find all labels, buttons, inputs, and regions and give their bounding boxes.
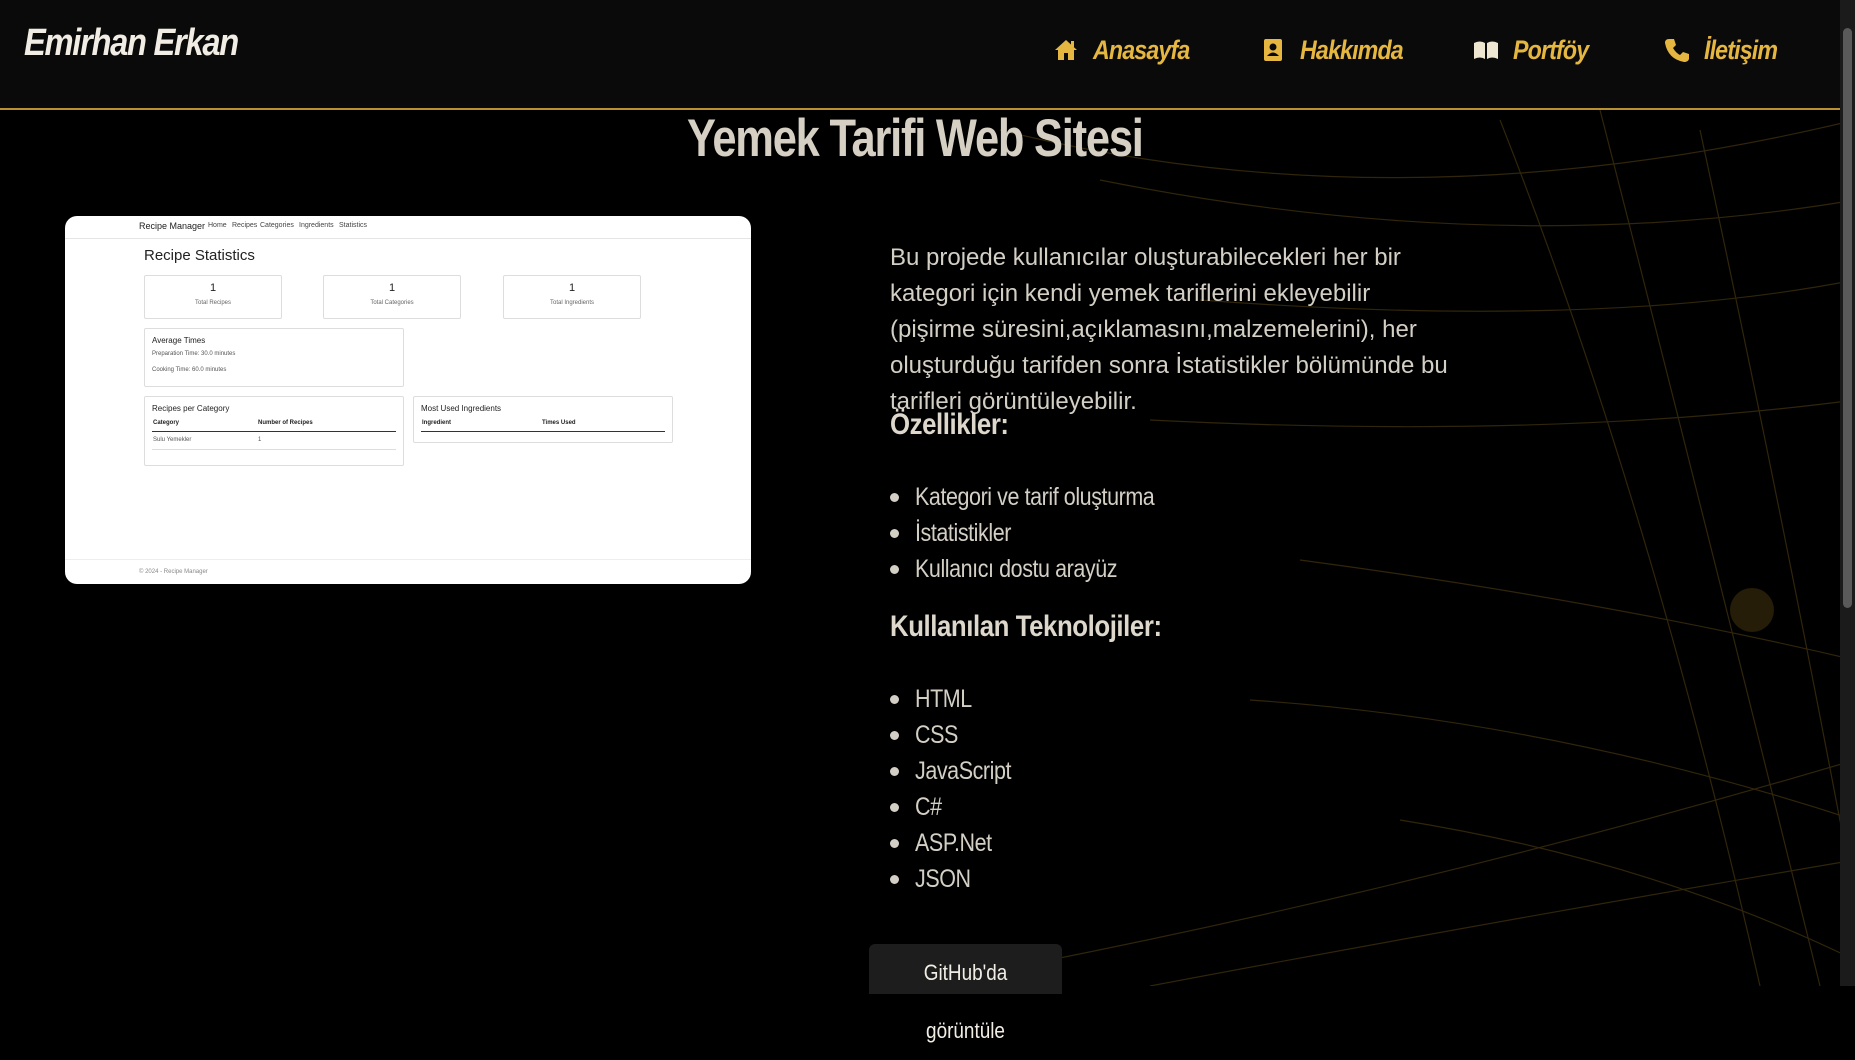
book-icon [1473,37,1499,63]
card-title: Average Times [152,336,206,345]
project-description: Bu projede kullanıcılar oluşturabilecekl… [890,240,1450,420]
page: Emirhan Erkan Anasayfa Hakkımda Portföy … [0,0,1840,1043]
nav-label-contact: İletişim [1704,34,1778,65]
table-cell: 1 [258,437,262,443]
table-cell: Sulu Yemekler [153,437,192,443]
screenshot-nav-link: Ingredients [299,222,334,229]
project-title: Yemek Tarifi Web Sitesi [687,109,1144,168]
brand-logo[interactable]: Emirhan Erkan [24,22,239,65]
table-header-rule [152,431,396,432]
cook-time: Cooking Time: 60.0 minutes [152,367,227,373]
nav-item-portfolio[interactable]: Portföy [1473,30,1601,70]
scrollbar-thumb[interactable] [1843,28,1852,608]
home-icon [1053,37,1079,63]
stat-card: 1 Total Categories [323,275,461,319]
github-view-button[interactable]: GitHub'da görüntüle [869,944,1062,1043]
screenshot-nav-link: Categories [260,222,294,229]
screenshot-navbar: Recipe Manager Home Recipes Categories I… [65,216,751,239]
navbar: Emirhan Erkan Anasayfa Hakkımda Portföy … [0,0,1840,110]
description-text: Bu projede kullanıcılar oluşturabilecekl… [890,244,1448,415]
table-header: Number of Recipes [258,420,313,426]
nav-item-about[interactable]: Hakkımda [1260,30,1420,70]
screenshot-heading: Recipe Statistics [144,247,255,264]
list-item: Kullanıcı dostu arayüz [890,551,1193,587]
project-screenshot: Recipe Manager Home Recipes Categories I… [65,216,751,584]
nav-item-contact[interactable]: İletişim [1664,30,1789,70]
screenshot-nav-link: Home [208,222,227,229]
list-item: JSON [890,861,1027,897]
features-heading: Özellikler: [890,408,1009,441]
stat-value: 1 [568,282,576,294]
stat-card: 1 Total Recipes [144,275,282,319]
technologies-list: HTML CSS JavaScript C# ASP.Net JSON [890,681,1027,897]
features-list: Kategori ve tarif oluşturma İstatistikle… [890,479,1193,587]
scrollbar[interactable] [1840,0,1855,986]
nav-label-about: Hakkımda [1300,34,1404,65]
card-title: Most Used Ingredients [421,404,502,413]
table-header-rule [421,431,665,432]
technologies-heading: Kullanılan Teknolojiler: [890,610,1162,643]
screenshot-footer-text: © 2024 - Recipe Manager [139,569,208,575]
recipes-per-category-card: Recipes per Category Category Number of … [144,396,404,466]
list-item: Kategori ve tarif oluşturma [890,479,1193,515]
stat-label: Total Ingredients [549,300,595,306]
stat-value: 1 [209,282,217,294]
stat-value: 1 [388,282,396,294]
prep-time: Preparation Time: 30.0 minutes [152,351,236,357]
nav-label-home: Anasayfa [1093,34,1190,65]
card-title: Recipes per Category [152,404,230,413]
contact-card-icon [1260,37,1286,63]
table-row-rule [152,449,396,450]
list-item: JavaScript [890,753,1027,789]
most-used-ingredients-card: Most Used Ingredients Ingredient Times U… [413,396,673,443]
nav-item-home[interactable]: Anasayfa [1053,30,1205,70]
list-item: HTML [890,681,1027,717]
list-item: CSS [890,717,1027,753]
screenshot-footer: © 2024 - Recipe Manager [65,559,751,584]
nav-label-portfolio: Portföy [1513,34,1589,65]
stat-label: Total Recipes [194,300,232,306]
list-item: İstatistikler [890,515,1193,551]
list-item: ASP.Net [890,825,1027,861]
table-header: Category [153,420,180,426]
screenshot-nav-link: Recipes [232,222,258,229]
table-header: Times Used [542,420,576,426]
phone-icon [1664,37,1690,63]
stat-label: Total Categories [370,300,414,306]
table-header: Ingredient [422,420,452,426]
list-item: C# [890,789,1027,825]
screenshot-nav-link: Statistics [339,222,368,229]
screenshot-brand: Recipe Manager [139,221,206,231]
stat-card: 1 Total Ingredients [503,275,641,319]
average-times-card: Average Times Preparation Time: 30.0 min… [144,328,404,387]
